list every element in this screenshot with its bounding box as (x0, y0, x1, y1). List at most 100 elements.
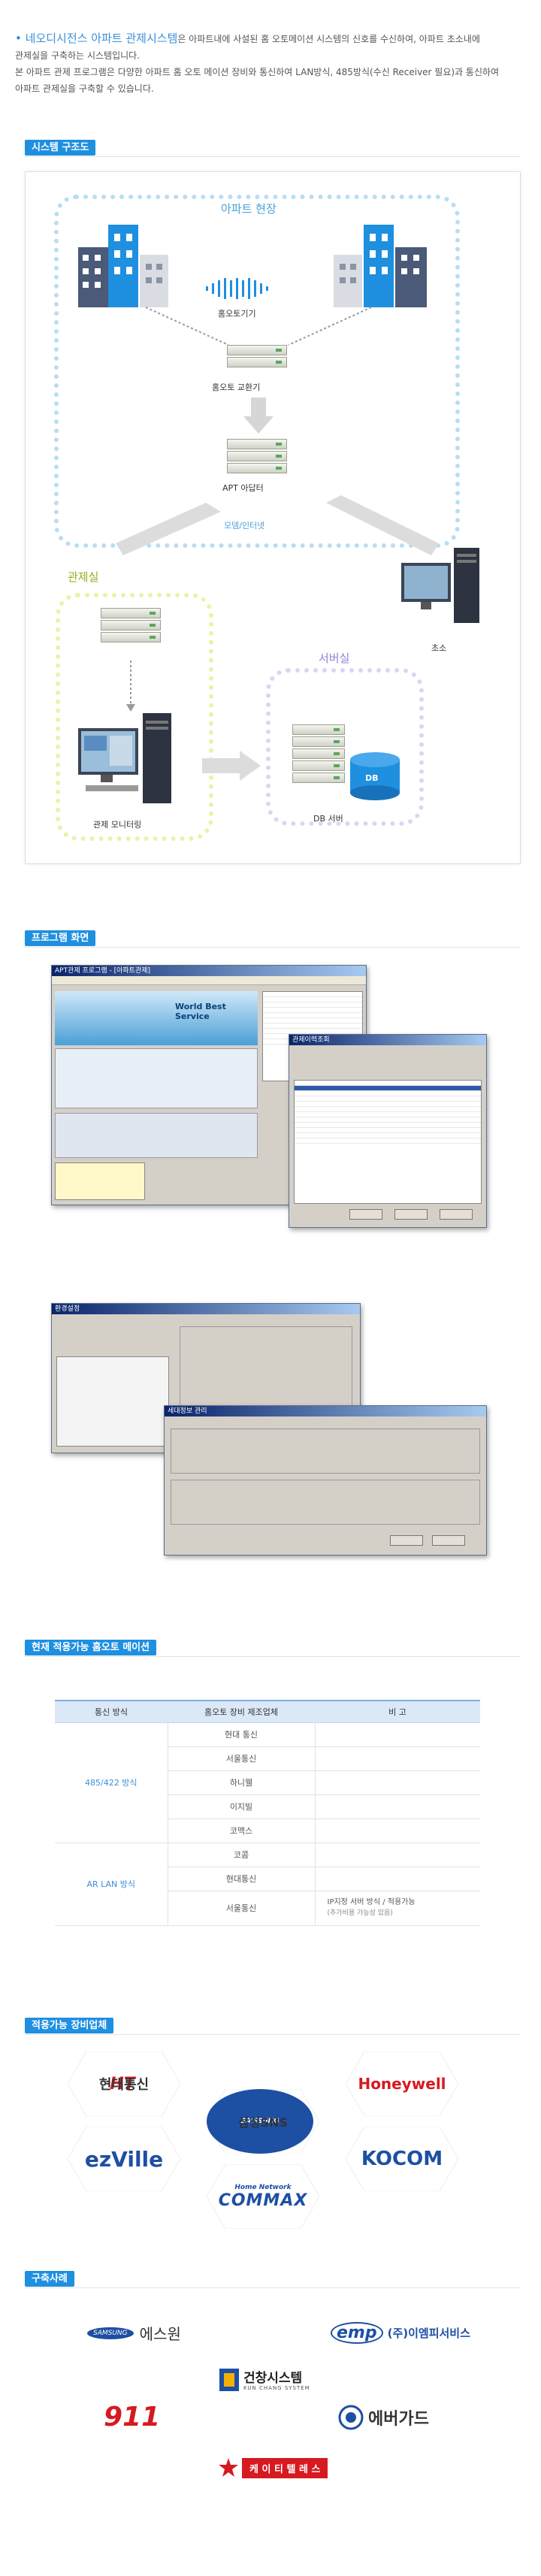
db-server-rack (292, 724, 345, 785)
case-logo-everguard: 에버가드 (338, 2405, 429, 2430)
system-diagram: 아파트 현장 관제실 서버실 홈오토기기 홈오토 교환기 APT 아답터 모뎀/… (25, 171, 521, 864)
panel (171, 1480, 480, 1525)
vendor-logo-honeywell: Honeywell (346, 2051, 458, 2116)
arrow-down-icon (243, 398, 274, 434)
guard-pc (401, 548, 484, 638)
case-name: 911 (104, 2402, 161, 2432)
building-icon (78, 225, 168, 307)
intro-line: 관제실을 구축하는 시스템입니다. (15, 50, 141, 61)
control-label: 관제실 (68, 570, 99, 584)
divider (25, 947, 521, 948)
window-title: APT관제 프로그램 - [아파트관제] (52, 966, 366, 976)
note-sub: (추가비용 가능성 있음) (327, 1909, 393, 1917)
dialog-button (390, 1535, 423, 1546)
site-label: 아파트 현장 (221, 202, 277, 216)
vendor-logo-commax: Home Network COMMAX (207, 2164, 319, 2229)
section-title-diagram: 시스템 구조도 (25, 140, 96, 156)
guard-label: 초소 (431, 643, 447, 653)
section-title-compat: 현재 적용가능 홈오토 메이션 (25, 1640, 157, 1655)
column-header: 비 고 (315, 1700, 480, 1723)
kt-emblem-icon (219, 2458, 238, 2477)
divider (25, 156, 521, 157)
window-title: 세대정보 관리 (165, 1406, 486, 1416)
vendor-logo-samsung-sns: SAMSUNG 삼성SNS (207, 2089, 319, 2154)
case-name: 에버가드 (368, 2410, 429, 2429)
divider (25, 2034, 521, 2035)
table-cell: 현대통신 (168, 1867, 316, 1891)
case-name: 건창시스템 (243, 2371, 303, 2386)
table-row: AR LAN 방식 코콤 (55, 1843, 480, 1926)
db-text: DB (365, 773, 379, 783)
table-cell: 하니웰 (168, 1770, 316, 1795)
banner-text: World Best Service (175, 1002, 226, 1021)
intro-line: 본 아파트 관제 프로그램은 다양한 아파트 홈 오토 메이션 장비와 통신하여… (15, 67, 500, 77)
exchanger-device (227, 345, 287, 369)
case-name: (주)이엠피서비스 (387, 2327, 470, 2340)
vendor-logo-hyundai: HT 현대통신 (68, 2051, 180, 2116)
window-title: 관제이력조회 (289, 1035, 486, 1045)
control-device (101, 608, 161, 644)
vendor-logos: HT 현대통신 Honeywell SAMSUNG 삼성SNS ezVille KO… (60, 2051, 481, 2254)
computer-icon (78, 713, 171, 803)
vendor-name: COMMAX (218, 2191, 308, 2210)
vendor-name: 현대통신 (98, 2077, 150, 2093)
panel (55, 1113, 258, 1158)
case-logo-kt-telecop: 케 이 티 텔 레 스 (218, 2457, 328, 2478)
table-cell: 코콤 (168, 1843, 316, 1867)
monitoring-label: 관제 모니터링 (93, 820, 142, 830)
intro-title: 네오디시전스 아파트 관제시스템 (25, 32, 178, 45)
kunchang-emblem-icon (219, 2369, 239, 2391)
exchanger-label: 홈오토 교환기 (212, 382, 261, 392)
divider (25, 2287, 521, 2288)
note-cell: IP지정 서버 방식 / 적용가능 (추가비용 가능성 있음) (315, 1891, 480, 1926)
intro: • 네오디시전스 아파트 관제시스템은 아파트내에 사설된 홈 오토메이션 시스… (15, 30, 526, 97)
signal-wave-icon (206, 278, 268, 299)
dialog-button (394, 1209, 428, 1220)
banner: World Best Service (55, 991, 258, 1045)
vendor-name: 삼성SNS (238, 2115, 288, 2130)
case-name: 케 이 티 텔 레 스 (242, 2457, 328, 2478)
db-server-label: DB 서버 (313, 814, 343, 824)
case-logo-s1: SAMSUNG 에스원 (87, 2322, 181, 2344)
apartment-buildings-left (78, 217, 176, 307)
computer-icon (401, 548, 479, 623)
group-cell: 485/422 방식 (55, 1722, 168, 1843)
section-title-cases: 구축사례 (25, 2271, 74, 2287)
server-room-label: 서버실 (319, 652, 350, 665)
case-logo-911: 911 (104, 2402, 160, 2432)
case-name: 에스원 (139, 2325, 181, 2343)
vendor-logo-ezville: ezVille (68, 2127, 180, 2191)
table-row: 485/422 방식 현대 통신 (55, 1722, 480, 1843)
manufacturer-table: 통신 방식 홈오토 장비 제조업체 비 고 485/422 방식 현대 통신 서울… (55, 1700, 480, 1926)
table-cell: 현대 통신 (168, 1722, 316, 1747)
note: IP지정 서버 방식 / 적용가능 (327, 1898, 416, 1906)
emp-mark: emp (331, 2322, 383, 2344)
group-cell: AR LAN 방식 (55, 1843, 168, 1926)
program-screenshot-household: 세대정보 관리 (164, 1405, 487, 1556)
column-header: 통신 방식 (55, 1700, 168, 1723)
column-header: 홈오토 장비 제조업체 (168, 1700, 315, 1723)
program-screenshot-history: 관제이력조회 (289, 1034, 487, 1228)
table-cell: 서울통신 (168, 1891, 316, 1926)
data-grid (294, 1080, 482, 1204)
dialog-button (432, 1535, 465, 1546)
vendor-logo-kocom: KOCOM (346, 2127, 458, 2191)
table-cell: 이지빌 (168, 1794, 316, 1819)
intro-line: 아파트 관제실을 구축할 수 있습니다. (15, 83, 154, 94)
case-logo-kunchang: 건창시스템 KUN CHANG SYSTEM (218, 2366, 323, 2408)
adapter-label: APT 아답터 (222, 483, 264, 493)
data-grid (56, 1356, 169, 1447)
data-grid (55, 1163, 145, 1200)
apt-adapter-device (227, 439, 287, 475)
monitoring-pc (78, 713, 176, 811)
table-cell: 서울통신 (168, 1746, 316, 1771)
panel (55, 1048, 258, 1108)
section-title-vendors: 적용가능 장비업체 (25, 2018, 114, 2033)
dialog-button (349, 1209, 382, 1220)
apartment-buildings-right (334, 217, 431, 307)
everguard-emblem-icon (338, 2405, 364, 2430)
case-sub: KUN CHANG SYSTEM (243, 2385, 310, 2391)
case-logo-emp: emp (주)이엠피서비스 (331, 2322, 470, 2344)
panel (171, 1429, 480, 1474)
intro-title-rest: 은 아파트내에 사설된 홈 오토메이션 시스템의 신호를 수신하여, 아파트 초… (177, 34, 480, 44)
